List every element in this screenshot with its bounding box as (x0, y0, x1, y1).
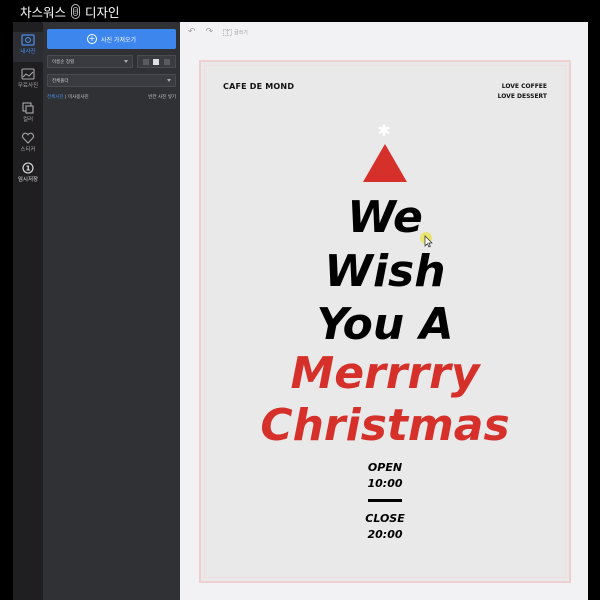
photo-icon (21, 34, 35, 46)
text-icon: T (223, 28, 232, 36)
logo-icon (71, 3, 81, 19)
plus-icon: + (86, 34, 97, 44)
sort-select-value: 이름순 정렬 (52, 59, 75, 65)
photo-filter-row: 전체사진 | 미사용사진 빈칸 사진 넣기 (47, 94, 176, 102)
tagline-line-1: LOVE COFFEE (501, 83, 547, 90)
workspace-scrollbar[interactable] (588, 22, 600, 600)
headline-line-3[interactable]: You A (201, 303, 569, 347)
text-tool-button[interactable]: T 글쓰기 (223, 28, 248, 36)
rail-item-free-photos[interactable]: 무료사진 (13, 66, 43, 96)
save-icon: 1 (22, 162, 34, 174)
hours-divider[interactable] (368, 499, 402, 502)
view-toggle[interactable] (137, 55, 176, 68)
editor-toolbar: ↶ ↷ T 글쓰기 (180, 22, 588, 42)
filter-all-photos[interactable]: 전체사진 (47, 95, 64, 100)
color-icon (22, 102, 34, 114)
free-photo-icon (21, 68, 35, 80)
filter-unused-photos[interactable]: 미사용사진 (68, 95, 89, 100)
sort-select[interactable]: 이름순 정렬 (47, 55, 133, 68)
app-title-prefix: 차스워스 (20, 4, 67, 20)
list-view-icon[interactable] (143, 58, 150, 65)
rail-item-label: 스티커 (20, 147, 36, 153)
mouse-cursor-icon (420, 232, 433, 248)
grid-view-icon[interactable] (153, 58, 160, 65)
close-label[interactable]: CLOSE (201, 511, 569, 527)
rail-item-sticker[interactable]: 스티커 (13, 130, 43, 160)
fill-empty-slots-link[interactable]: 빈칸 사진 넣기 (148, 94, 176, 100)
heart-icon (21, 132, 35, 144)
rail-item-temp-save[interactable]: 1 임시저장 (13, 160, 43, 190)
redo-icon[interactable]: ↷ (206, 27, 214, 37)
large-grid-view-icon[interactable] (163, 58, 170, 65)
open-label[interactable]: OPEN (201, 460, 569, 476)
rail-item-label: 컬러 (22, 117, 34, 123)
folder-select[interactable]: 전체폴더 (47, 74, 176, 87)
close-time[interactable]: 20:00 (201, 527, 569, 543)
rail-item-label: 무료사진 (17, 83, 39, 89)
open-time[interactable]: 10:00 (201, 476, 569, 492)
tool-rail: 내사진 무료사진 컬러 스티커 1 임시저장 (13, 22, 43, 600)
folder-select-value: 전체폴더 (52, 78, 69, 84)
app-title-suffix: 디자인 (85, 4, 120, 20)
photo-panel: + 사진 가져오기 이름순 정렬 전체폴더 전체사진 | 미사용사진 빈칸 사진… (43, 22, 180, 600)
poster-tagline[interactable]: LOVE COFFEE LOVE DESSERT (498, 82, 547, 102)
chevron-down-icon (124, 60, 128, 63)
chevron-down-icon (167, 79, 171, 82)
upload-photo-label: 사진 가져오기 (100, 36, 137, 44)
undo-icon[interactable]: ↶ (188, 27, 196, 37)
headline-line-2[interactable]: Wish (201, 250, 569, 294)
rail-item-label: 내사진 (20, 49, 36, 55)
rail-item-my-photos[interactable]: 내사진 (13, 32, 43, 62)
poster-brand[interactable]: CAFE DE MOND (223, 82, 294, 91)
upload-photo-button[interactable]: + 사진 가져오기 (47, 29, 176, 49)
christmas-tree-shape[interactable] (363, 144, 407, 182)
text-tool-label: 글쓰기 (234, 29, 248, 36)
rail-item-label: 임시저장 (17, 177, 39, 183)
rail-item-color[interactable]: 컬러 (13, 100, 43, 130)
snowflake-icon[interactable]: ✱ (377, 123, 391, 139)
title-bar: 차스워스 디자인 (0, 0, 600, 22)
app-window: 차스워스 디자인 내사진 무료사진 컬러 스티커 1 임시저장 + 사진 가져오… (0, 0, 600, 600)
poster-canvas[interactable]: CAFE DE MOND LOVE COFFEE LOVE DESSERT ✱ … (199, 60, 571, 583)
headline-line-5[interactable]: Christmas (201, 404, 569, 448)
svg-text:1: 1 (26, 165, 31, 173)
headline-line-4[interactable]: Merrrry (201, 352, 569, 396)
headline-line-1[interactable]: We (201, 196, 569, 240)
tagline-line-2: LOVE DESSERT (497, 93, 547, 100)
